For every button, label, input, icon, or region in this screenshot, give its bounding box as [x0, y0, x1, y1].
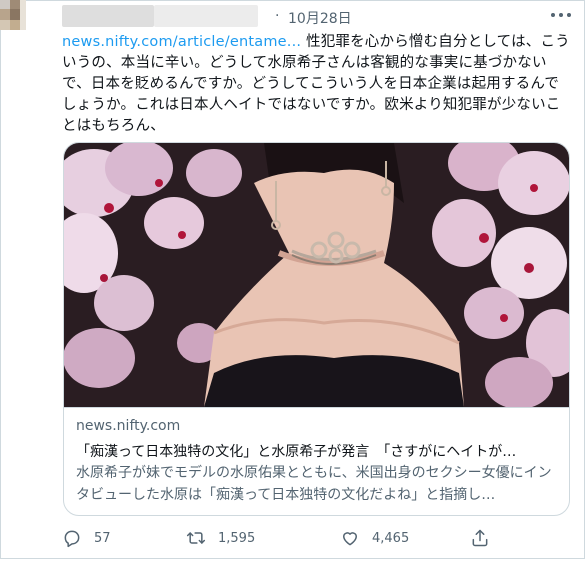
- card-image[interactable]: [64, 143, 569, 409]
- handle-blurred[interactable]: [154, 5, 258, 27]
- card-title: 「痴漢って日本独特の文化」と水原希子が発言 「さすがにヘイトが…: [76, 444, 517, 460]
- card-description: 水原希子が妹でモデルの水原佑果とともに、米国出身のセクシー女優にインタビューした…: [76, 465, 552, 503]
- reply-icon: [64, 530, 80, 548]
- avatar[interactable]: [0, 0, 26, 38]
- retweet-button[interactable]: 1,595: [186, 525, 255, 551]
- reply-button[interactable]: 57: [62, 525, 111, 551]
- card-meta[interactable]: news.nifty.com 「痴漢って日本独特の文化」と水原希子が発言 「さす…: [64, 407, 569, 515]
- heart-icon: [343, 532, 357, 546]
- card-domain: news.nifty.com: [76, 418, 181, 434]
- share-icon: [472, 529, 488, 547]
- tweet-actions: 57 1,595 4,465: [62, 525, 582, 551]
- tweet-timestamp[interactable]: 10月28日: [288, 8, 352, 28]
- retweet-icon: [186, 532, 206, 544]
- like-button[interactable]: 4,465: [340, 525, 409, 551]
- share-button[interactable]: [470, 525, 490, 551]
- photo-woman-choker-cherry-blossoms-icon: [64, 143, 569, 409]
- tweet-link[interactable]: news.nifty.com/article/entame...: [62, 34, 301, 50]
- retweet-count: 1,595: [218, 530, 256, 546]
- tweet-header: · 10月28日: [0, 0, 587, 32]
- more-icon: [551, 13, 555, 17]
- link-card[interactable]: news.nifty.com 「痴漢って日本独特の文化」と水原希子が発言 「さす…: [63, 142, 570, 516]
- display-name-blurred[interactable]: [62, 5, 154, 27]
- tweet-text: news.nifty.com/article/entame... 性犯罪を心から…: [62, 32, 572, 137]
- separator-dot: ·: [275, 8, 280, 24]
- more-options-button[interactable]: [548, 4, 574, 24]
- like-count: 4,465: [372, 530, 410, 546]
- reply-count: 57: [94, 530, 111, 546]
